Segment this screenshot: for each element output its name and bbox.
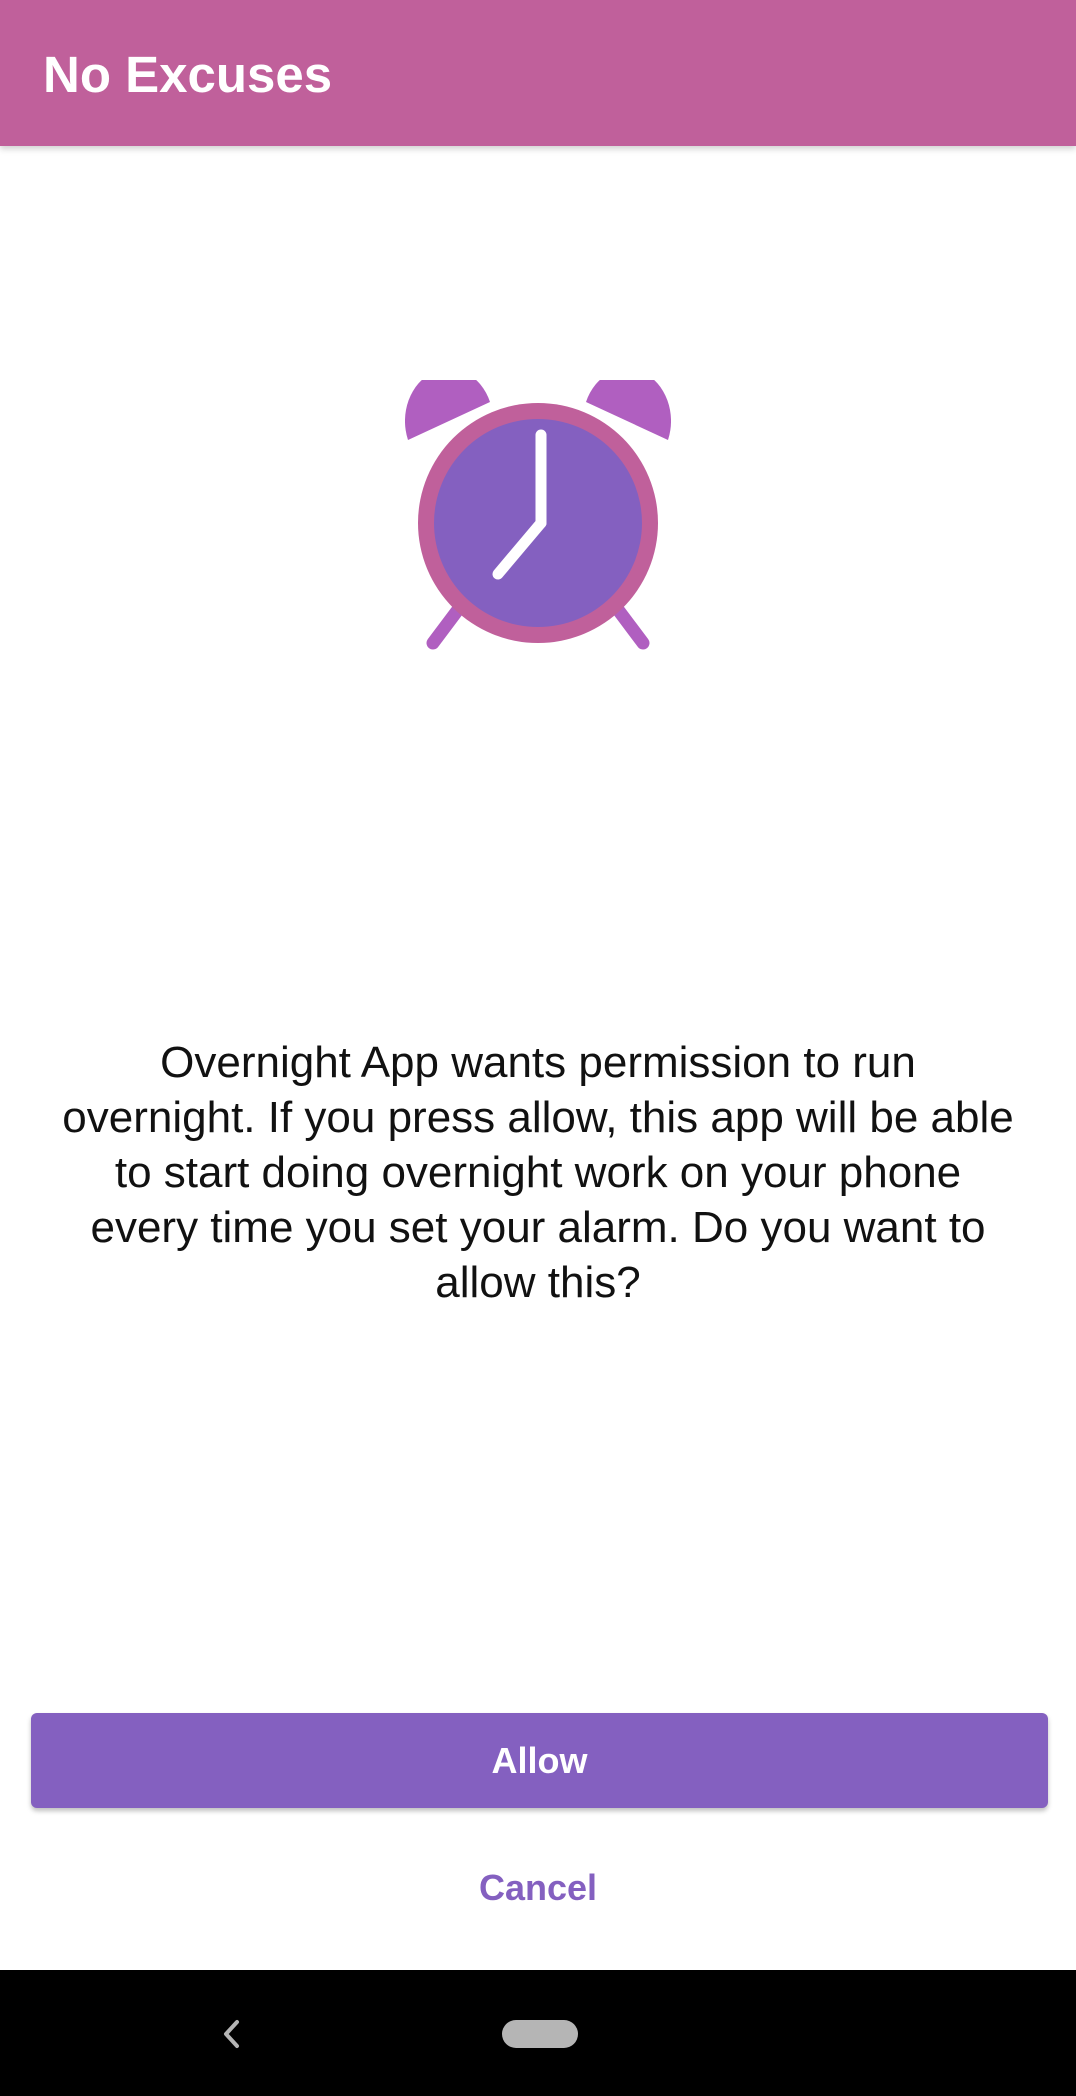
system-navigation-bar [0,1970,1076,2096]
allow-button-label: Allow [491,1739,588,1781]
permission-message: Overnight App wants permission to run ov… [62,1038,1014,1307]
cancel-button[interactable]: Cancel [408,1840,668,1935]
app-title: No Excuses [43,46,333,103]
app-bar: No Excuses [0,0,1076,146]
allow-button[interactable]: Allow [31,1713,1048,1808]
alarm-clock-icon [404,368,672,650]
chevron-left-icon[interactable] [216,2014,246,2054]
home-pill-icon[interactable] [502,2020,578,2048]
permission-screen: No Excuses Overnight App wants permissio… [0,0,1076,2096]
cancel-button-label: Cancel [478,1866,598,1908]
